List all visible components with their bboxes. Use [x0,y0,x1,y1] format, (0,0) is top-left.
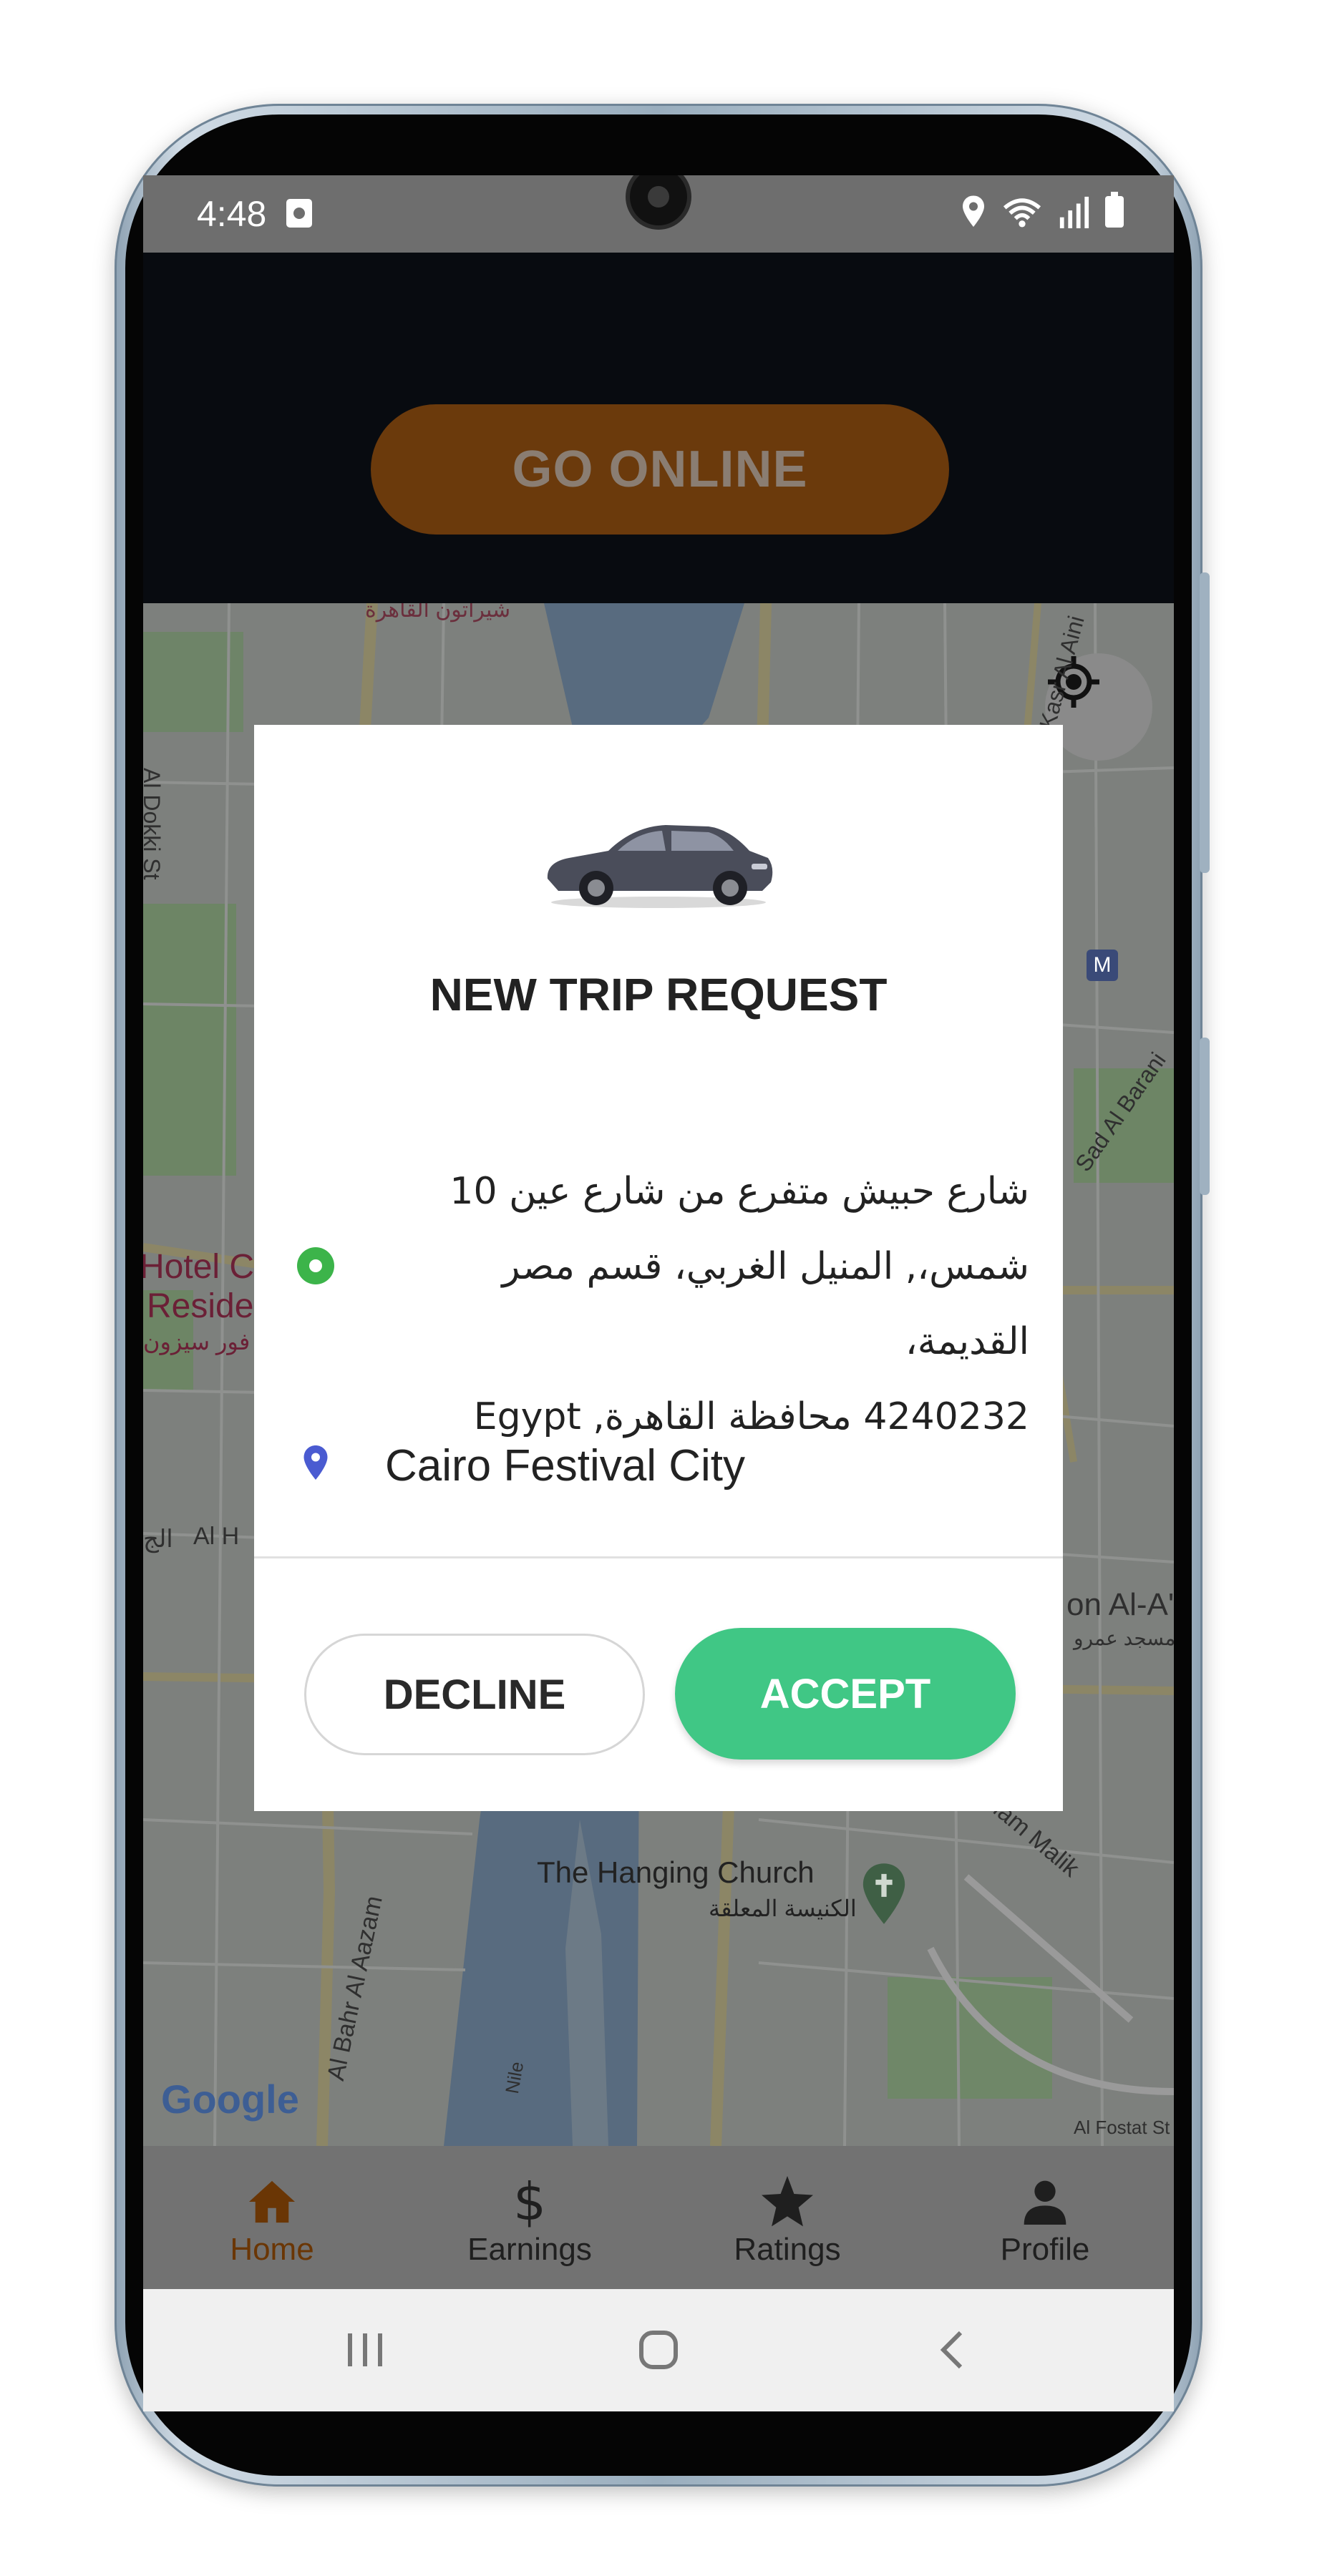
map-label-fostat: Al Fostat St [1074,2117,1170,2138]
trip-request-dialog: NEW TRIP REQUEST شارع حبيش متفرع من شارع… [254,725,1063,1811]
tab-home[interactable]: Home [143,2146,401,2289]
battery-icon [1105,192,1124,228]
bottom-tab-bar: Home $ Earnings Ratings Profile [143,2146,1174,2289]
star-icon [762,2176,813,2227]
map-label-dokki: Al Dokki St [143,768,165,880]
home-icon [249,2180,295,2223]
map-label-hanging-church-ar: الكنيسة المعلقة [709,1896,857,1921]
notification-app-icon [286,199,312,228]
tab-earnings[interactable]: $ Earnings [401,2146,658,2289]
tab-earnings-label: Earnings [467,2232,592,2267]
dropoff-location-row: Cairo Festival City [297,1440,1020,1512]
dropoff-address: Cairo Festival City [385,1441,745,1491]
dropoff-pin-icon [303,1445,328,1480]
front-camera [630,175,687,225]
pickup-address-line2: شمس،, المنيل الغربي، قسم مصر القديمة، [502,1245,1029,1363]
back-icon [940,2331,963,2369]
google-logo: Google [161,2077,299,2122]
signal-icon [1059,196,1089,228]
back-button[interactable] [916,2318,988,2382]
pickup-location-row: شارع حبيش متفرع من شارع عين 10 شمس،, الم… [297,1154,1029,1438]
accept-button[interactable]: ACCEPT [675,1628,1016,1760]
map-label-sheraton: شيراتون القاهرة [365,603,511,622]
map-label-al-h: Al H [193,1523,240,1550]
church-pin-icon [862,1863,905,1924]
status-icons [961,192,1124,228]
dollar-icon: $ [513,2172,546,2232]
dialog-title: NEW TRIP REQUEST [429,969,888,1020]
home-circle-icon [639,2331,678,2369]
map-label-mosque-en: on Al-A'a [1066,1587,1174,1622]
map-label-hanging-church-en: The Hanging Church [537,1855,815,1889]
tab-home-label: Home [230,2232,314,2267]
go-online-button[interactable]: GO ONLINE [371,404,949,535]
phone-volume-button [1200,572,1210,873]
pickup-address-line1: شارع حبيش متفرع من شارع عين 10 [449,1170,1029,1213]
phone-power-button [1200,1038,1210,1195]
map-label-al-j: الج [143,1526,173,1553]
status-time: 4:48 [197,194,267,234]
status-bar: 4:48 [143,175,1174,253]
map-label-metro: M [1087,950,1118,981]
tab-profile-label: Profile [1000,2232,1090,2267]
map-label-mosque-ar: مسجد عمرو [1074,1627,1174,1649]
system-home-button[interactable] [623,2318,694,2382]
pickup-dot-icon [297,1247,334,1284]
tab-profile[interactable]: Profile [916,2146,1174,2289]
tab-ratings-label: Ratings [734,2232,841,2267]
car-icon [547,825,773,908]
recent-apps-icon [348,2333,382,2366]
top-panel: GO ONLINE [143,253,1174,603]
pickup-address: شارع حبيش متفرع من شارع عين 10 شمس،, الم… [385,1154,1029,1455]
location-icon [963,195,984,227]
wifi-icon [1003,198,1041,228]
dialog-divider [254,1556,1063,1558]
map-label-four-seasons: فور سيزون [143,1329,251,1355]
person-icon [1024,2180,1066,2225]
tab-ratings[interactable]: Ratings [658,2146,916,2289]
phone-screen: 4:48 GO ONLINE شيراتون القاهرة Al Dokki … [143,175,1174,2411]
system-navigation-bar [143,2289,1174,2411]
decline-button[interactable]: DECLINE [304,1634,645,1755]
recent-apps-button[interactable] [329,2318,401,2382]
